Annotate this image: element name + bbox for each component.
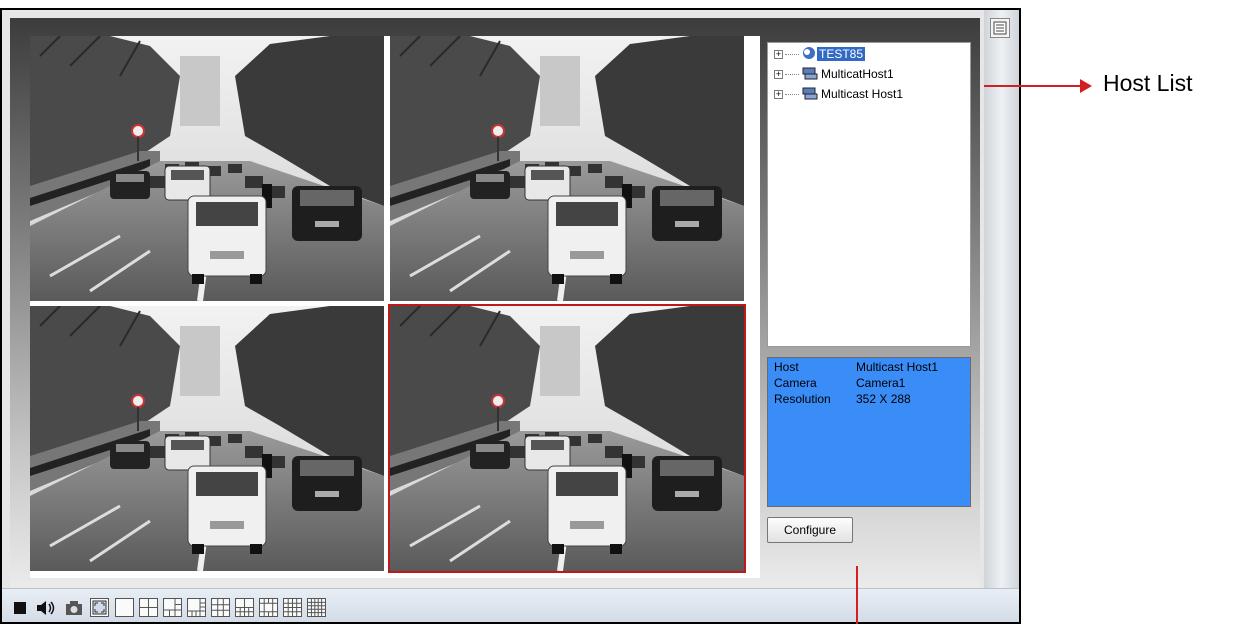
video-feed — [30, 306, 384, 571]
video-tile-1[interactable] — [30, 36, 384, 301]
node-label: Multicast Host1 — [821, 87, 904, 101]
tree-node-multicast-host1[interactable]: + Multicast Host1 — [774, 85, 905, 103]
layout-1-icon[interactable] — [115, 598, 134, 617]
annotation-arrowhead — [1080, 79, 1092, 93]
video-feed — [30, 36, 384, 301]
expand-icon[interactable]: + — [774, 89, 783, 99]
stop-icon[interactable] — [10, 598, 29, 617]
expand-icon[interactable]: + — [774, 49, 783, 59]
info-value: Camera1 — [856, 376, 906, 390]
layout-9-icon[interactable] — [211, 598, 230, 617]
globe-camera-icon — [801, 46, 817, 63]
video-grid — [30, 36, 760, 578]
layout-16-icon[interactable] — [283, 598, 302, 617]
video-tile-3[interactable] — [30, 306, 384, 571]
side-strip — [984, 10, 1019, 598]
info-key: Resolution — [774, 392, 831, 406]
configure-button[interactable]: Configure — [767, 517, 853, 543]
annotation-line-bottom — [856, 566, 858, 624]
video-feed — [390, 306, 744, 571]
list-menu-icon[interactable] — [990, 18, 1010, 38]
tree-connector — [785, 53, 799, 55]
video-tile-2[interactable] — [390, 36, 744, 301]
host-list-tree[interactable]: + TEST85 + MulticatHost1 + Multicast Hos… — [767, 42, 971, 347]
info-value: 352 X 288 — [856, 392, 911, 406]
node-label: TEST85 — [817, 47, 866, 61]
fullscreen-icon[interactable] — [90, 598, 109, 617]
network-host-icon — [801, 66, 819, 83]
node-label: MulticatHost1 — [821, 67, 894, 81]
expand-icon[interactable]: + — [774, 69, 783, 79]
layout-4-icon[interactable] — [139, 598, 158, 617]
layout-25-icon[interactable] — [307, 598, 326, 617]
info-panel: Host Multicast Host1 Camera Camera1 Reso… — [767, 357, 971, 507]
snapshot-camera-icon[interactable] — [64, 598, 83, 617]
annotation-line-host-list — [984, 85, 1082, 87]
tree-connector — [785, 73, 799, 75]
speaker-icon[interactable] — [36, 598, 55, 617]
layout-6-icon[interactable] — [163, 598, 182, 617]
viewer-window: + TEST85 + MulticatHost1 + Multicast Hos… — [0, 8, 1021, 624]
tree-node-test85[interactable]: + TEST85 — [774, 45, 866, 63]
toolbar — [2, 588, 1019, 622]
layout-8-icon[interactable] — [187, 598, 206, 617]
info-key: Camera — [774, 376, 817, 390]
tree-node-multicathost1[interactable]: + MulticatHost1 — [774, 65, 896, 83]
info-key: Host — [774, 360, 799, 374]
live-view-area: + TEST85 + MulticatHost1 + Multicast Hos… — [10, 18, 980, 588]
layout-13-icon[interactable] — [259, 598, 278, 617]
network-host-icon — [801, 86, 819, 103]
info-value: Multicast Host1 — [856, 360, 939, 374]
tree-connector — [785, 93, 799, 95]
layout-10-icon[interactable] — [235, 598, 254, 617]
video-tile-4[interactable] — [388, 304, 746, 573]
video-feed — [390, 36, 744, 301]
annotation-host-list-label: Host List — [1103, 70, 1193, 96]
